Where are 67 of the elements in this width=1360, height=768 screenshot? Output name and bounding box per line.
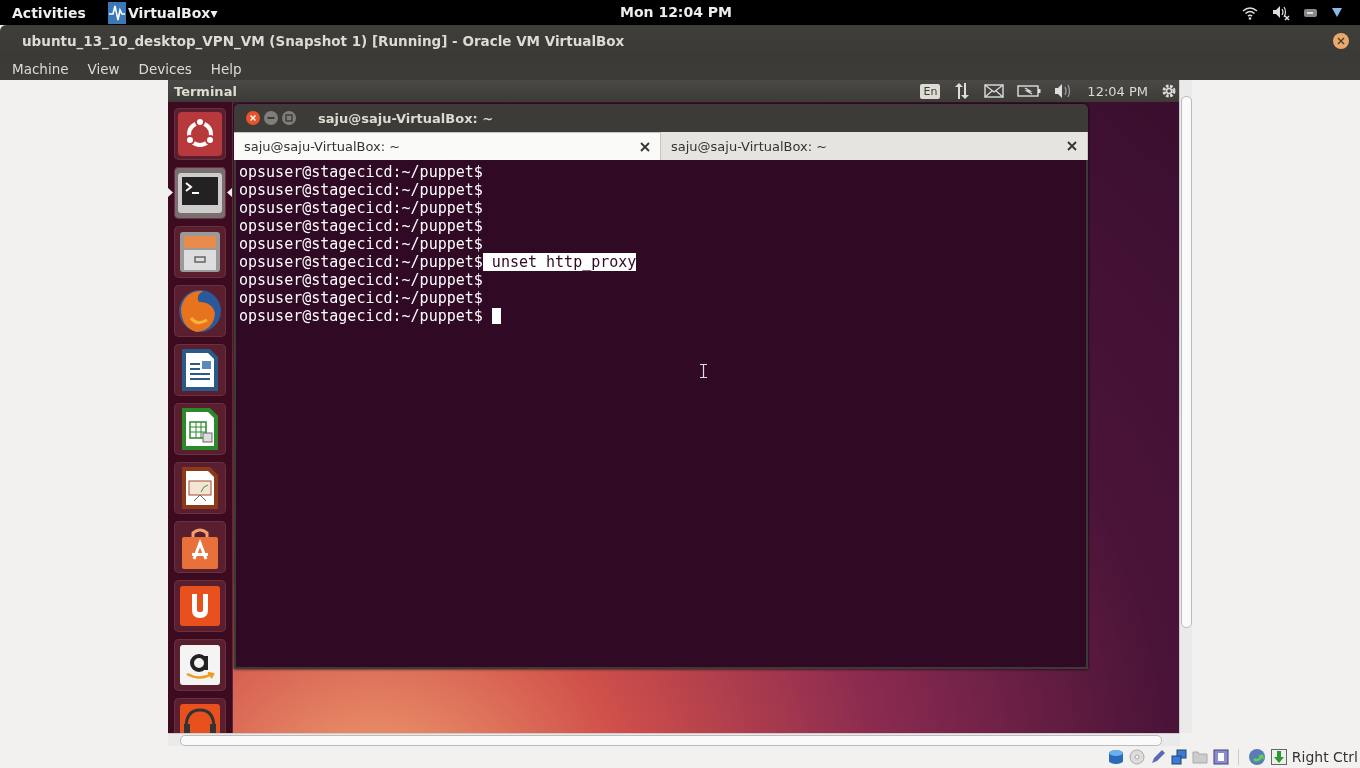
menu-item[interactable]: Machine	[12, 60, 69, 77]
app-title: Terminal	[174, 83, 237, 99]
keyboard-indicator[interactable]: En	[920, 83, 941, 99]
app-menu[interactable]: VirtualBox▾	[107, 1, 218, 24]
file-cabinet-icon	[178, 230, 222, 274]
terminal-line: opsuser@stagecicd:~/puppet$	[239, 271, 483, 289]
activities-button[interactable]: Activities	[12, 4, 86, 21]
launcher-button[interactable]	[174, 167, 226, 219]
active-pointer-icon	[227, 188, 232, 197]
horizontal-scrollbar[interactable]	[168, 733, 1180, 746]
tab-label: saju@saju-VirtualBox: ~	[244, 139, 401, 154]
presentation-icon	[180, 465, 220, 511]
launcher-button[interactable]	[174, 403, 226, 455]
tab-label: saju@saju-VirtualBox: ~	[671, 138, 828, 154]
wifi-icon[interactable]	[1242, 5, 1258, 20]
menu-item[interactable]: Help	[210, 60, 242, 77]
pen-icon[interactable]	[1149, 749, 1166, 765]
vertical-scrollbar[interactable]	[1179, 80, 1192, 733]
terminal-line: opsuser@stagecicd:~/puppet$	[239, 235, 483, 253]
window-title: saju@saju-VirtualBox: ~	[318, 110, 494, 126]
spreadsheet-icon	[180, 406, 220, 452]
clock[interactable]: Mon 12:04 PM	[620, 4, 733, 20]
envelope-icon[interactable]	[984, 84, 1005, 98]
clock[interactable]: 12:04 PM	[1087, 83, 1148, 99]
horseshoe-icon	[178, 584, 222, 628]
ubuntu-logo-icon	[178, 112, 222, 156]
network-icon[interactable]	[1170, 749, 1187, 765]
launcher-button[interactable]	[174, 521, 226, 573]
close-icon[interactable]	[246, 111, 260, 125]
host-key-label: Right Ctrl	[1291, 749, 1358, 765]
launcher-button[interactable]	[174, 108, 226, 160]
hard-disk-icon[interactable]	[1107, 749, 1124, 765]
close-icon[interactable]	[1067, 141, 1077, 151]
terminal-line: opsuser@stagecicd:~/puppet$	[239, 181, 483, 199]
text-select-cursor-icon	[700, 364, 707, 378]
terminal-icon	[178, 173, 222, 213]
browser-icon	[177, 288, 223, 334]
maximize-icon[interactable]	[282, 111, 296, 125]
battery-icon[interactable]	[1017, 85, 1042, 97]
menu-item[interactable]: Devices	[138, 60, 192, 77]
battery-icon[interactable]	[1304, 8, 1318, 17]
terminal-line: opsuser@stagecicd:~/puppet$	[239, 307, 483, 325]
launcher-button[interactable]	[174, 462, 226, 514]
terminal-line: opsuser@stagecicd:~/puppet$	[239, 217, 483, 235]
close-icon[interactable]	[1333, 33, 1349, 49]
chip-icon[interactable]	[1212, 749, 1229, 765]
dropdown-icon[interactable]	[1332, 8, 1342, 17]
terminal-line: opsuser@stagecicd:~/puppet$ unset http_proxy	[239, 253, 637, 271]
terminal-line: opsuser@stagecicd:~/puppet$	[239, 163, 483, 181]
terminal-tab[interactable]: saju@saju-VirtualBox: ~	[234, 132, 661, 160]
waveform-icon	[107, 1, 126, 24]
headphones-icon	[178, 702, 222, 733]
window-title: ubuntu_13_10_desktop_VPN_VM (Snapshot 1) [Running] - Oracle VM VirtualBox	[22, 33, 625, 49]
download-arrow-icon[interactable]	[1270, 749, 1287, 765]
terminal-line: opsuser@stagecicd:~/puppet$	[239, 199, 483, 217]
launcher-button[interactable]	[174, 580, 226, 632]
network-arrows-icon[interactable]	[953, 82, 972, 100]
launcher-button[interactable]	[174, 639, 226, 691]
close-icon[interactable]	[640, 141, 650, 152]
launcher-button[interactable]	[174, 226, 226, 278]
gear-icon[interactable]	[1161, 83, 1177, 99]
launcher-button[interactable]	[174, 344, 226, 396]
terminal-line: opsuser@stagecicd:~/puppet$	[239, 289, 483, 307]
muted-speaker-icon[interactable]	[1272, 4, 1290, 21]
active-pointer-icon	[168, 188, 173, 197]
document-icon	[180, 347, 220, 393]
menu-item[interactable]: View	[87, 60, 120, 77]
